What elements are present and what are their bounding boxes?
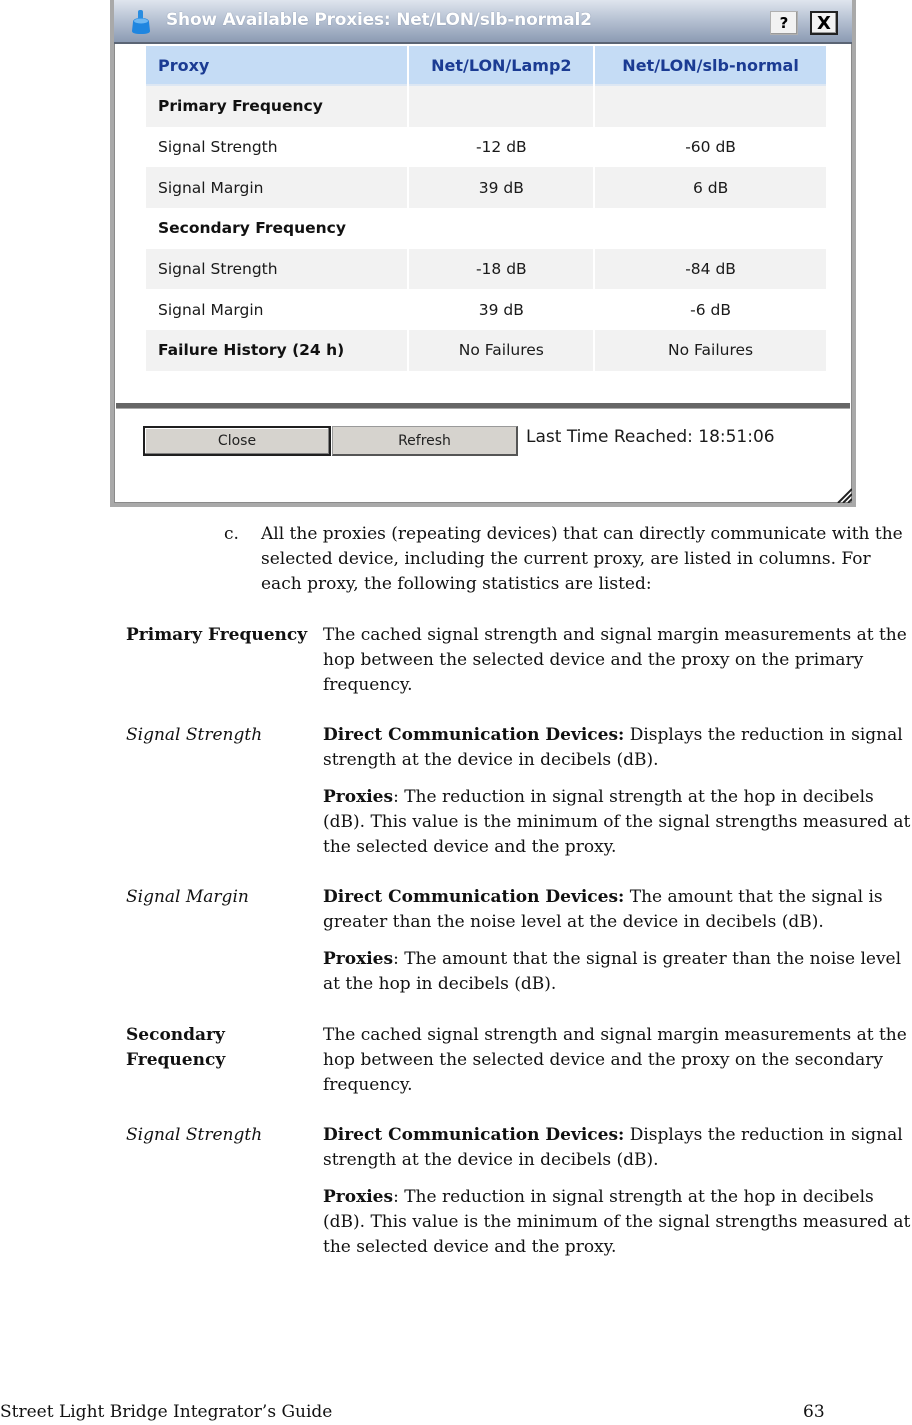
step-text: All the proxies (repeating devices) that… (261, 524, 903, 594)
app-droplet-icon (132, 10, 150, 34)
row-value: -6 dB (595, 289, 826, 331)
definition-paragraph: The cached signal strength and signal ma… (323, 1023, 912, 1098)
paragraph-text: : The amount that the signal is greater … (323, 949, 902, 994)
close-window-button[interactable]: X (810, 11, 838, 35)
row-label: Signal Strength (146, 126, 408, 168)
close-icon: X (817, 12, 831, 34)
paragraph-lead: Direct Communication Devices: (323, 725, 625, 745)
row-value: 6 dB (595, 167, 826, 209)
row-value: No Failures (409, 330, 594, 371)
table-row: Secondary Frequency (146, 208, 826, 249)
row-label: Signal Margin (146, 167, 408, 209)
definition-signal-strength-secondary: Direct Communication Devices: Displays t… (323, 1123, 912, 1272)
table-row: Signal Margin 39 dB -6 dB (146, 289, 826, 331)
term-signal-strength-primary: Signal Strength (126, 725, 263, 745)
row-value: -18 dB (409, 248, 594, 290)
proxy-table: Proxy Net/LON/Lamp2 Net/LON/slb-normal P… (144, 46, 828, 371)
definition-paragraph: Direct Communication Devices: Displays t… (323, 723, 912, 773)
definition-signal-margin: Direct Communication Devices: The amount… (323, 885, 912, 1009)
resize-grip-icon[interactable] (836, 487, 852, 503)
definition-primary-frequency: The cached signal strength and signal ma… (323, 623, 912, 710)
column-header-proxy-1: Net/LON/Lamp2 (409, 46, 594, 86)
term-signal-margin: Signal Margin (126, 887, 249, 907)
definition-paragraph: Proxies: The reduction in signal strengt… (323, 1185, 912, 1260)
table-row: Signal Strength -12 dB -60 dB (146, 126, 826, 168)
row-label: Secondary Frequency (146, 208, 408, 249)
paragraph-text: The cached signal strength and signal ma… (323, 1025, 907, 1095)
row-label: Signal Strength (146, 248, 408, 290)
last-time-reached: Last Time Reached: 18:51:06 (526, 427, 775, 447)
table-row: Primary Frequency (146, 86, 826, 127)
column-header-proxy: Proxy (146, 46, 408, 86)
dialog-title: Show Available Proxies: Net/LON/slb-norm… (166, 10, 592, 30)
row-label: Primary Frequency (146, 86, 408, 127)
row-value (409, 86, 594, 127)
table-header-row: Proxy Net/LON/Lamp2 Net/LON/slb-normal (146, 46, 826, 86)
row-value: -12 dB (409, 126, 594, 168)
paragraph-text: : The reduction in signal strength at th… (323, 787, 911, 857)
row-label: Failure History (24 h) (146, 330, 408, 371)
definition-paragraph: Proxies: The reduction in signal strengt… (323, 785, 912, 860)
paragraph-lead: Proxies (323, 787, 394, 807)
definition-paragraph: The cached signal strength and signal ma… (323, 623, 912, 698)
dialog-titlebar[interactable]: Show Available Proxies: Net/LON/slb-norm… (114, 0, 852, 44)
footer-guide-title: Street Light Bridge Integrator’s Guide (0, 1402, 333, 1422)
paragraph-text: The cached signal strength and signal ma… (323, 625, 907, 695)
step-marker: c. (224, 524, 239, 544)
help-button[interactable]: ? (770, 11, 798, 35)
close-button[interactable]: Close (143, 426, 331, 456)
help-icon: ? (779, 14, 789, 32)
separator-bar (116, 403, 850, 409)
table-row: Signal Margin 39 dB 6 dB (146, 167, 826, 209)
row-label: Signal Margin (146, 289, 408, 331)
row-value: -60 dB (595, 126, 826, 168)
paragraph-lead: Direct Communication Devices: (323, 1125, 625, 1145)
paragraph-text: : The reduction in signal strength at th… (323, 1187, 911, 1257)
row-value: No Failures (595, 330, 826, 371)
table-row: Signal Strength -18 dB -84 dB (146, 248, 826, 290)
term-signal-strength-secondary: Signal Strength (126, 1125, 263, 1145)
row-value: 39 dB (409, 289, 594, 331)
definition-paragraph: Proxies: The amount that the signal is g… (323, 947, 912, 997)
paragraph-lead: Proxies (323, 949, 394, 969)
definition-secondary-frequency: The cached signal strength and signal ma… (323, 1023, 912, 1110)
term-secondary-frequency: Secondary Frequency (126, 1025, 226, 1070)
refresh-button[interactable]: Refresh (332, 426, 518, 456)
row-value (595, 208, 826, 249)
paragraph-lead: Proxies (323, 1187, 394, 1207)
row-value (409, 208, 594, 249)
paragraph-lead: Direct Communication Devices: (323, 887, 625, 907)
row-value: -84 dB (595, 248, 826, 290)
definition-paragraph: Direct Communication Devices: The amount… (323, 885, 912, 935)
definition-paragraph: Direct Communication Devices: Displays t… (323, 1123, 912, 1173)
table-row: Failure History (24 h) No Failures No Fa… (146, 330, 826, 371)
definition-signal-strength-primary: Direct Communication Devices: Displays t… (323, 723, 912, 872)
show-available-proxies-dialog: Show Available Proxies: Net/LON/slb-norm… (110, 0, 856, 507)
row-value (595, 86, 826, 127)
column-header-proxy-2: Net/LON/slb-normal (595, 46, 826, 86)
row-value: 39 dB (409, 167, 594, 209)
footer-page-number: 63 (803, 1402, 825, 1422)
term-primary-frequency: Primary Frequency (126, 625, 308, 645)
